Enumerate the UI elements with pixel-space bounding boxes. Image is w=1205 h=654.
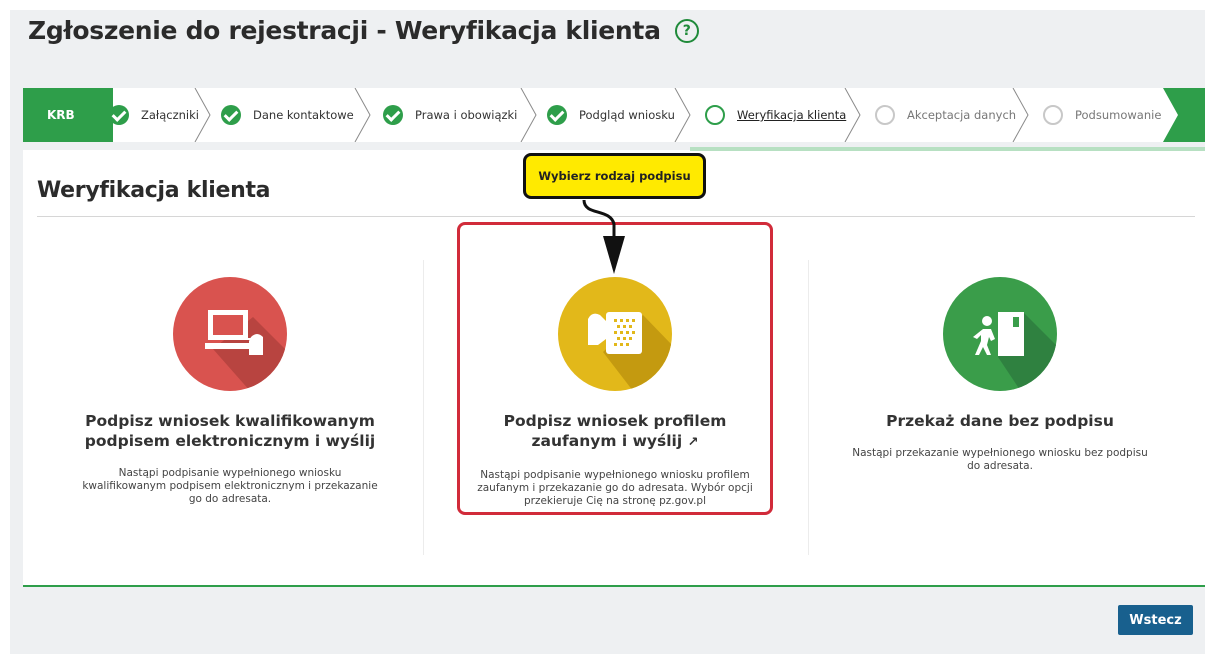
step-label: Weryfikacja klienta (737, 108, 847, 122)
option-without-signature[interactable]: Przekaż dane bez podpisu Nastąpi przekaz… (850, 277, 1150, 473)
check-icon (109, 105, 129, 125)
step-akceptacja-danych: Akceptacja danych (875, 88, 1016, 142)
step-prawa-i-obowiazki[interactable]: Prawa i obowiązki (383, 88, 517, 142)
pending-step-icon (875, 105, 895, 125)
help-icon[interactable]: ? (674, 18, 699, 43)
option-description: Nastąpi podpisanie wypełnionego wniosku … (82, 467, 378, 505)
step-label: Podsumowanie (1075, 108, 1162, 122)
step-zalaczniki[interactable]: Załączniki (109, 88, 199, 142)
step-label: Załączniki (141, 108, 199, 122)
wizard-krb-label: KRB (23, 88, 113, 142)
footer-divider (23, 585, 1205, 587)
computer-signature-icon (173, 277, 287, 391)
arrow-down-icon (582, 199, 625, 274)
step-podsumowanie: Podsumowanie (1043, 88, 1161, 142)
step-dane-kontaktowe[interactable]: Dane kontaktowe (221, 88, 354, 142)
step-label: Prawa i obowiązki (415, 108, 518, 122)
page-title: Zgłoszenie do rejestracji - Weryfikacja … (28, 16, 699, 45)
step-label: Dane kontaktowe (253, 108, 354, 122)
page-title-text: Zgłoszenie do rejestracji - Weryfikacja … (28, 16, 661, 45)
check-icon (221, 105, 241, 125)
tooltip-callout: Wybierz rodzaj podpisu (523, 153, 706, 199)
column-separator (808, 260, 809, 555)
check-icon (383, 105, 403, 125)
column-separator (423, 260, 424, 555)
person-door-icon (943, 277, 1057, 391)
wizard-steps: KRB Załączniki Dane kontaktowe Prawa i o… (23, 88, 1205, 142)
step-weryfikacja-klienta[interactable]: Weryfikacja klienta (705, 88, 846, 142)
option-title: Podpisz wniosek kwalifikowanym podpisem … (84, 412, 376, 450)
section-title: Weryfikacja klienta (37, 178, 271, 203)
pending-step-icon (1043, 105, 1063, 125)
back-button[interactable]: Wstecz (1118, 605, 1193, 635)
step-label: Podgląd wniosku (579, 108, 675, 122)
option-description: Nastąpi przekazanie wypełnionego wniosku… (852, 447, 1148, 472)
step-podglad-wniosku[interactable]: Podgląd wniosku (547, 88, 675, 142)
option-title: Przekaż dane bez podpisu (886, 412, 1114, 430)
wizard-progress-line (690, 147, 1205, 151)
check-icon (547, 105, 567, 125)
step-label: Akceptacja danych (907, 108, 1017, 122)
option-qualified-signature[interactable]: Podpisz wniosek kwalifikowanym podpisem … (80, 277, 380, 506)
current-step-icon (705, 105, 725, 125)
